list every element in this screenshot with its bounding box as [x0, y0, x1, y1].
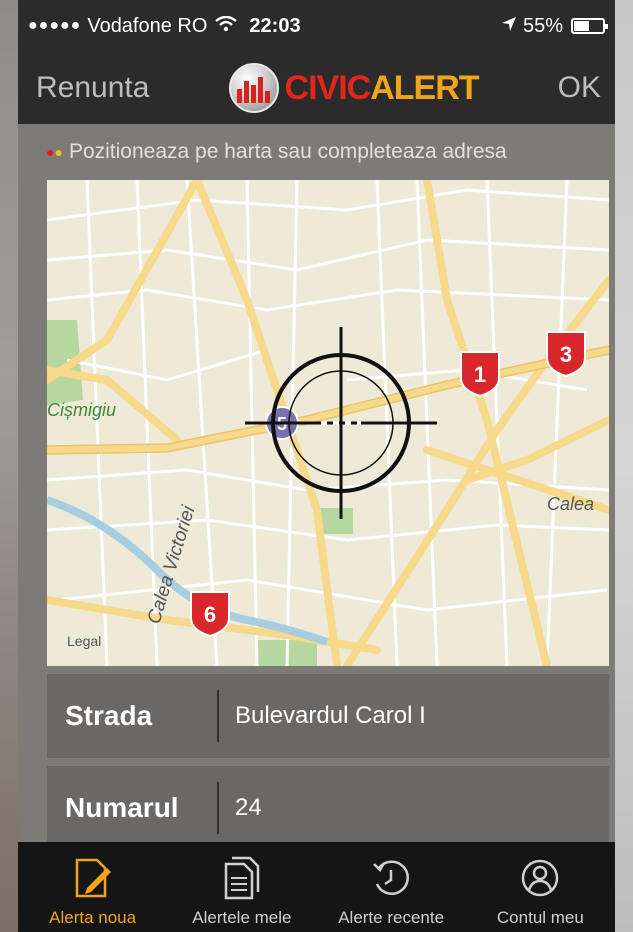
edit-icon [75, 858, 111, 898]
marker-6-label: 6 [204, 602, 216, 627]
tab-bar: Alerta noua Alertele mele Alerte recente [18, 842, 615, 932]
history-icon [373, 860, 410, 895]
marker-3-label: 3 [560, 342, 572, 367]
clock: 22:03 [249, 14, 301, 37]
civicalert-logo: CIVICALERT [228, 63, 480, 113]
strada-row[interactable]: Strada Bulevardul Carol I [47, 674, 609, 758]
tab-label-alerta-noua: Alerta noua [49, 908, 137, 927]
map-legal-link[interactable]: Legal [67, 633, 101, 649]
carrier-name: Vodafone RO [87, 14, 208, 37]
logo-text-civic: CIVIC [284, 68, 372, 107]
cancel-button[interactable]: Renunta [36, 71, 149, 105]
map-marker-1[interactable]: 1 [460, 351, 500, 398]
location-arrow-icon [501, 16, 517, 37]
tab-label-alertele-mele: Alertele mele [192, 908, 292, 927]
nav-bar: Renunta CIVICALERT OK [18, 52, 615, 124]
hint-dot-yellow-icon: ● [54, 144, 63, 160]
hint-text: Pozitioneaza pe harta sau completeaza ad… [68, 140, 507, 163]
numarul-row[interactable]: Numarul 24 [47, 766, 609, 850]
strada-field[interactable]: Bulevardul Carol I [219, 686, 609, 746]
ok-button[interactable]: OK [558, 71, 601, 105]
hint-bar: ● ● Pozitioneaza pe harta sau completeaza… [18, 124, 615, 180]
marker-1-label: 1 [474, 362, 486, 387]
tab-contul-meu[interactable]: Contul meu [466, 842, 615, 932]
documents-icon [224, 856, 260, 900]
battery-percent: 55% [522, 14, 563, 37]
background-left [0, 0, 18, 932]
tab-label-contul-meu: Contul meu [496, 908, 584, 927]
map-view[interactable]: Cișmigiu Calea Victoriei Calea Legal 1 3… [47, 180, 609, 666]
logo-text: CIVICALERT [284, 68, 480, 108]
map-marker-6[interactable]: 6 [190, 591, 230, 638]
user-icon [522, 859, 559, 897]
wifi-icon [215, 15, 238, 38]
signal-indicator: ●●●●● [28, 17, 82, 34]
map-label-park: Cișmigiu [47, 400, 116, 420]
logo-badge-icon [228, 63, 279, 113]
phone-screen: ●●●●● Vodafone RO 22:03 55% Renunta CIVI… [18, 0, 615, 932]
tab-alerta-noua[interactable]: Alerta noua [18, 842, 167, 932]
park-small [319, 508, 353, 534]
tab-alerte-recente[interactable]: Alerte recente [317, 842, 466, 932]
map-label-calea: Calea [547, 494, 594, 514]
hint-dot-red-icon: ● [46, 144, 55, 160]
status-bar: ●●●●● Vodafone RO 22:03 55% [18, 0, 615, 52]
background-right [615, 0, 633, 932]
tab-alertele-mele[interactable]: Alertele mele [167, 842, 316, 932]
tab-label-alerte-recente: Alerte recente [338, 908, 445, 927]
map-marker-3[interactable]: 3 [546, 331, 586, 378]
numarul-field[interactable]: 24 [219, 778, 609, 838]
logo-text-alert: ALERT [370, 68, 479, 107]
battery-fill [574, 21, 589, 31]
strada-label: Strada [47, 690, 219, 742]
numarul-label: Numarul [47, 782, 219, 834]
battery-icon [571, 18, 608, 34]
